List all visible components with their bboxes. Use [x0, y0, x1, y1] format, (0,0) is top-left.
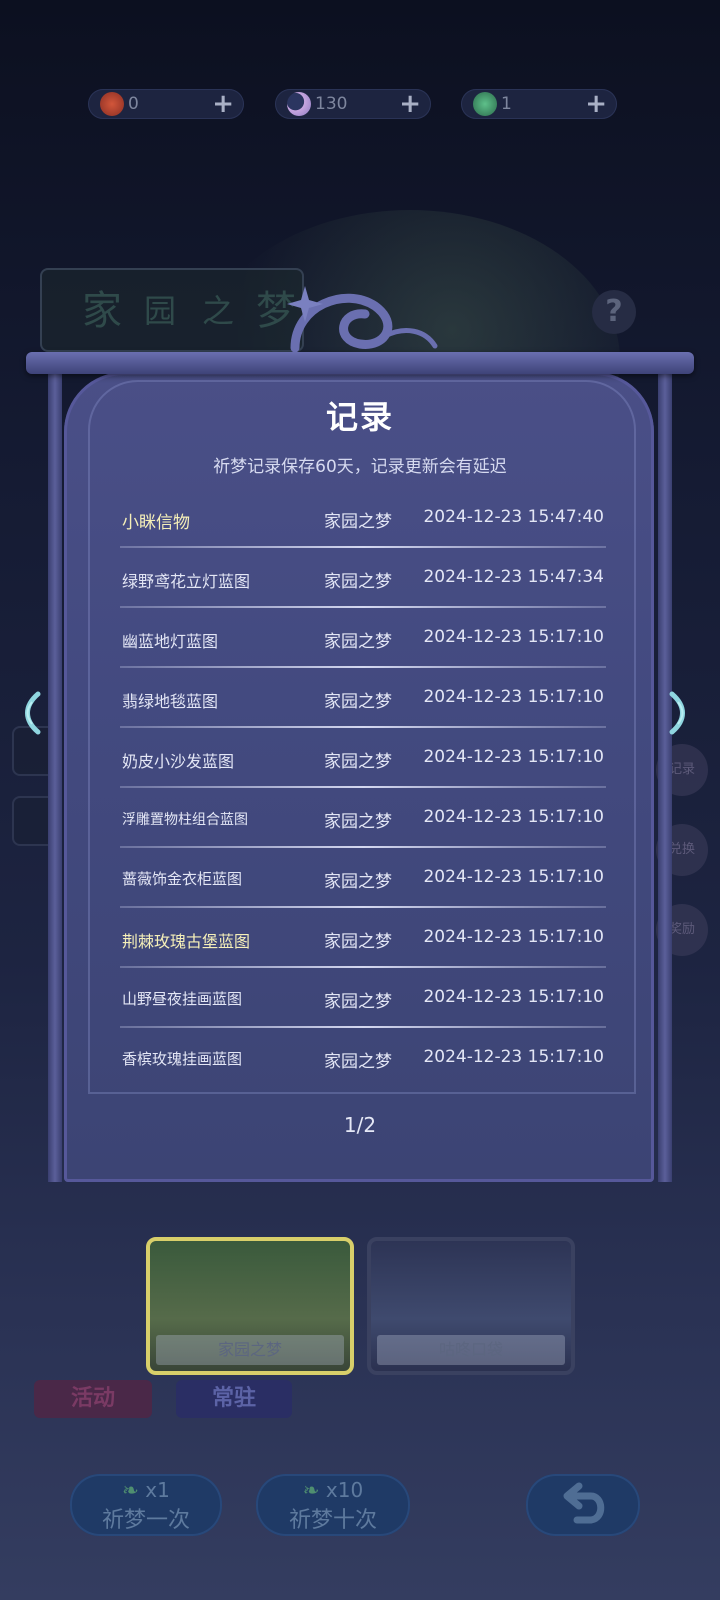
panel-note: 祈梦记录保存60天，记录更新会有延迟	[213, 457, 507, 477]
item-time: 2024-12-23 15:17:10	[423, 867, 604, 887]
page-indicator: 1/2	[343, 1113, 377, 1137]
item-name: 山野昼夜挂画蓝图	[122, 990, 243, 1008]
background-pool-title: 家 园 之 梦	[40, 268, 304, 352]
bg-title-char: 园	[144, 292, 177, 330]
item-pool: 家园之梦	[324, 512, 392, 532]
item-name: 幽蓝地灯蓝图	[122, 632, 219, 651]
item-time: 2024-12-23 15:17:10	[423, 687, 604, 707]
next-page-icon[interactable]	[666, 690, 690, 736]
red-flower-icon	[100, 92, 124, 116]
green-feather-icon: ❧	[302, 1478, 320, 1502]
row-divider	[120, 906, 606, 908]
currency-moon: 130 +	[275, 89, 431, 119]
currency-value: 130	[315, 94, 348, 114]
item-time: 2024-12-23 15:17:10	[423, 807, 604, 827]
item-time: 2024-12-23 15:17:10	[423, 627, 604, 647]
item-time: 2024-12-23 15:17:10	[423, 987, 604, 1007]
item-time: 2024-12-23 15:17:10	[423, 1047, 604, 1067]
row-divider	[120, 546, 606, 548]
green-feather-icon: ❧	[122, 1478, 139, 1502]
row-divider	[120, 726, 606, 728]
item-pool: 家园之梦	[324, 632, 392, 652]
help-button[interactable]: ?	[592, 290, 636, 334]
item-name: 奶皮小沙发蓝图	[122, 752, 235, 771]
pool-card-home-dream[interactable]: 家园之梦	[146, 1237, 354, 1375]
previous-page-icon[interactable]	[20, 690, 44, 736]
item-pool: 家园之梦	[324, 992, 392, 1012]
item-name: 浮雕置物柱组合蓝图	[122, 812, 248, 828]
currency-value: 1	[501, 94, 512, 114]
back-button[interactable]	[526, 1474, 640, 1536]
item-pool: 家园之梦	[324, 752, 392, 772]
list-item: 奶皮小沙发蓝图 家园之梦 2024-12-23 15:17:10	[120, 730, 606, 788]
item-name: 荆棘玫瑰古堡蓝图	[122, 932, 251, 951]
tab-permanent[interactable]: 常驻	[176, 1380, 292, 1418]
item-pool: 家园之梦	[324, 812, 392, 832]
list-item: 香槟玫瑰挂画蓝图 家园之梦 2024-12-23 15:17:10	[120, 1030, 606, 1088]
tab-event[interactable]: 活动	[34, 1380, 152, 1418]
pull-once-button[interactable]: ❧ x1 祈梦一次	[70, 1474, 222, 1536]
item-pool: 家园之梦	[324, 1052, 392, 1072]
pull-once-label: 祈梦一次	[101, 1508, 190, 1533]
moon-icon	[287, 92, 311, 116]
row-divider	[120, 606, 606, 608]
pool-card-label: 咕咚口袋	[377, 1335, 565, 1365]
list-item: 蔷薇饰金衣柜蓝图 家园之梦 2024-12-23 15:17:10	[120, 850, 606, 908]
panel-right-pillar	[658, 372, 672, 1182]
item-name: 翡绿地毯蓝图	[122, 692, 219, 711]
currency-value: 0	[128, 94, 139, 114]
item-name: 绿野鸢花立灯蓝图	[122, 572, 251, 591]
item-pool: 家园之梦	[324, 872, 392, 892]
panel-left-pillar	[48, 372, 62, 1182]
item-name: 香槟玫瑰挂画蓝图	[122, 1050, 243, 1068]
row-divider	[120, 666, 606, 668]
currency-feather: 1 +	[461, 89, 617, 119]
pull-ten-label: 祈梦十次	[288, 1508, 377, 1533]
add-moon-button[interactable]: +	[399, 91, 421, 117]
swirl-ornament-icon	[287, 286, 438, 353]
row-divider	[120, 846, 606, 848]
row-divider	[120, 966, 606, 968]
list-item: 山野昼夜挂画蓝图 家园之梦 2024-12-23 15:17:10	[120, 970, 606, 1028]
pull-ten-count: x10	[325, 1478, 364, 1502]
tab-permanent-label: 常驻	[211, 1386, 256, 1411]
pull-once-count: x1	[145, 1478, 170, 1502]
item-pool: 家园之梦	[324, 692, 392, 712]
item-pool: 家园之梦	[324, 932, 392, 952]
item-time: 2024-12-23 15:17:10	[423, 747, 604, 767]
item-time: 2024-12-23 15:47:40	[423, 507, 604, 527]
back-arrow-icon	[563, 1482, 605, 1524]
currency-flower: 0 +	[88, 89, 244, 119]
list-item: 翡绿地毯蓝图 家园之梦 2024-12-23 15:17:10	[120, 670, 606, 728]
item-name: 蔷薇饰金衣柜蓝图	[122, 870, 243, 888]
add-flower-button[interactable]: +	[212, 91, 234, 117]
green-feather-icon	[473, 92, 497, 116]
list-item: 绿野鸢花立灯蓝图 家园之梦 2024-12-23 15:47:34	[120, 550, 606, 608]
add-feather-button[interactable]: +	[585, 91, 607, 117]
bg-title-char: 家	[82, 288, 122, 334]
pool-card-label: 家园之梦	[156, 1335, 344, 1365]
list-item: 荆棘玫瑰古堡蓝图 家园之梦 2024-12-23 15:17:10	[120, 910, 606, 968]
pull-ten-button[interactable]: ❧ x10 祈梦十次	[256, 1474, 410, 1536]
tab-event-label: 活动	[70, 1386, 115, 1411]
pool-card-gudong-pocket[interactable]: 咕咚口袋	[367, 1237, 575, 1375]
list-item: 小眯信物 家园之梦 2024-12-23 15:47:40	[120, 490, 606, 548]
row-divider	[120, 786, 606, 788]
panel-title: 记录	[325, 398, 394, 436]
list-item: 幽蓝地灯蓝图 家园之梦 2024-12-23 15:17:10	[120, 610, 606, 668]
item-time: 2024-12-23 15:17:10	[423, 927, 604, 947]
item-pool: 家园之梦	[324, 572, 392, 592]
bg-title-char: 之	[202, 292, 235, 330]
row-divider	[120, 1026, 606, 1028]
item-time: 2024-12-23 15:47:34	[423, 567, 604, 587]
item-name: 小眯信物	[122, 513, 190, 533]
list-item: 浮雕置物柱组合蓝图 家园之梦 2024-12-23 15:17:10	[120, 790, 606, 848]
